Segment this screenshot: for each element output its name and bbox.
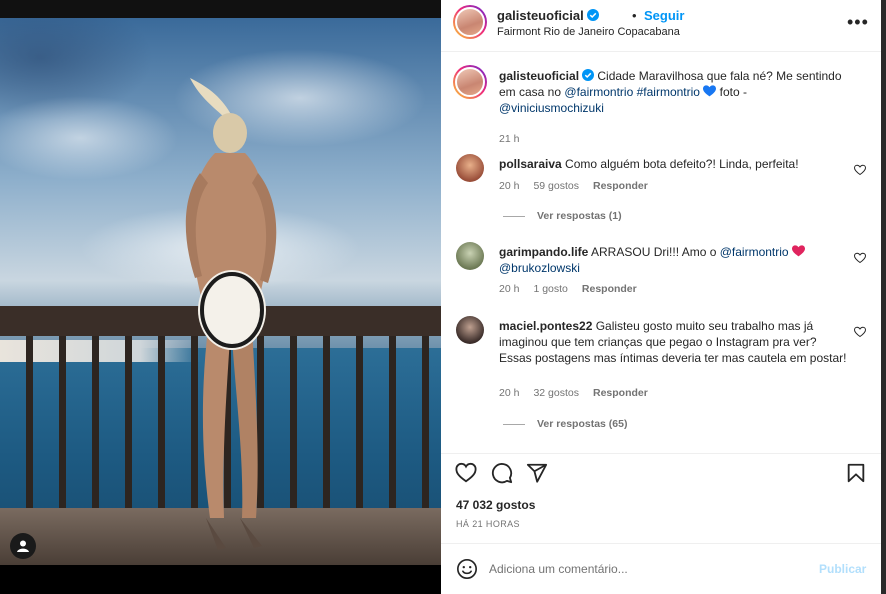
comment-time[interactable]: 20 h [499,283,519,295]
separator-dot: • [632,8,637,23]
post-actions: 47 032 gostos HÁ 21 HORAS [441,453,881,543]
comment-username[interactable]: pollsaraiva [499,157,562,171]
reply-button[interactable]: Responder [593,180,648,192]
comment-text: garimpando.life ARRASOU Dri!!! Amo o @fa… [499,244,847,276]
user-tag-icon [17,540,29,552]
bottom-strip [0,565,441,594]
verified-badge-icon [586,9,599,21]
replies-divider [503,423,525,425]
comment-avatar[interactable] [456,316,484,344]
caption-body-2: foto - [719,85,748,99]
comment-body: Como alguém bota defeito?! Linda, perfei… [565,157,799,171]
caption-time[interactable]: 21 h [499,133,519,145]
comments-list[interactable]: galisteuoficial Cidade Maravilhosa que f… [441,53,881,453]
comment-text: maciel.pontes22 Galisteu gosto muito seu… [499,318,847,366]
post-photo[interactable] [0,18,441,565]
comment-username[interactable]: maciel.pontes22 [499,319,592,333]
view-replies-button[interactable]: Ver respostas (65) [503,418,627,430]
comment-body: ARRASOU Dri!!! Amo o [591,245,717,259]
comment-like-heart-icon[interactable] [854,252,866,264]
comment-like-heart-icon[interactable] [854,326,866,338]
photo-figure [185,78,277,550]
comment-meta: 20 h 59 gostos Responder [499,180,662,192]
caption-mention-photographer[interactable]: @viniciusmochizuki [499,101,604,115]
comment-avatar[interactable] [456,154,484,182]
post-time-ago: HÁ 21 HORAS [456,519,520,529]
caption-meta: 21 h [499,133,533,145]
reply-button[interactable]: Responder [593,387,648,399]
comment-icon[interactable] [491,462,513,484]
blue-heart-icon [703,85,717,97]
comment-meta: 20 h 32 gostos Responder [499,387,662,399]
red-heart-icon [791,245,805,257]
author-avatar[interactable] [453,5,487,39]
more-options-icon[interactable]: ••• [847,12,869,33]
comment-mention-fairmontrio[interactable]: @fairmontrio [720,245,789,259]
publish-button[interactable]: Publicar [819,562,866,576]
heart-icon[interactable] [455,462,477,484]
caption-hashtag[interactable]: #fairmontrio [637,85,700,99]
comment-text: pollsaraiva Como alguém bota defeito?! L… [499,156,847,172]
caption-username[interactable]: galisteuoficial [499,69,579,83]
add-comment-bar: Publicar [441,543,881,594]
window-edge [881,0,886,594]
comment-likes[interactable]: 59 gostos [533,180,579,192]
comment-meta: 20 h 1 gosto Responder [499,283,651,295]
replies-divider [503,215,525,217]
caption-mention-fairmontrio[interactable]: @fairmontrio [564,85,633,99]
comment-time[interactable]: 20 h [499,180,519,192]
post-header: galisteuoficial • Seguir Fairmont Rio de… [441,0,881,52]
reply-button[interactable]: Responder [582,283,637,295]
comment-username[interactable]: garimpando.life [499,245,588,259]
follow-button[interactable]: Seguir [644,8,684,23]
user-tag-button[interactable] [10,533,36,559]
comment-avatar[interactable] [456,242,484,270]
view-replies-button[interactable]: Ver respostas (1) [503,210,622,222]
likes-count[interactable]: 47 032 gostos [456,498,535,512]
post-details-panel: galisteuoficial • Seguir Fairmont Rio de… [441,0,886,594]
verified-badge-icon [582,69,595,81]
comment-likes[interactable]: 32 gostos [533,387,579,399]
comment-mention-brukozlowski[interactable]: @brukozlowski [499,261,580,275]
caption-avatar[interactable] [453,65,487,99]
comment-time[interactable]: 20 h [499,387,519,399]
comment-like-heart-icon[interactable] [854,164,866,176]
comment-input[interactable] [489,558,809,580]
post-location[interactable]: Fairmont Rio de Janeiro Copacabana [497,26,680,38]
author-username[interactable]: galisteuoficial [497,8,599,23]
share-icon[interactable] [526,462,548,484]
bookmark-icon[interactable] [845,462,867,484]
caption-text: galisteuoficial Cidade Maravilhosa que f… [499,68,847,116]
emoji-icon[interactable] [456,558,478,580]
comment-likes[interactable]: 1 gosto [533,283,567,295]
